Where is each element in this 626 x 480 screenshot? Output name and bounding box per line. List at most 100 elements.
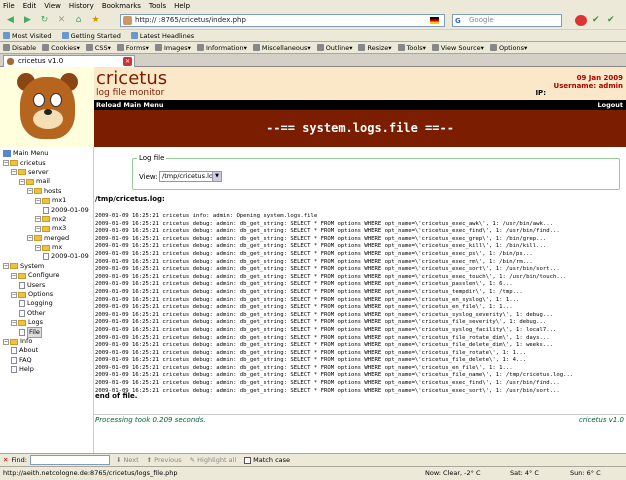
check-icon-2[interactable]: ✔	[607, 15, 617, 25]
expand-toggle-icon[interactable]: −	[3, 160, 9, 167]
view-label: View:	[139, 173, 158, 181]
tree-item-server[interactable]: − server	[3, 168, 93, 177]
tree-item-mx[interactable]: − mx	[3, 243, 93, 252]
bookmark-latest-headlines[interactable]: Latest Headlines	[130, 32, 194, 40]
log-line: 2009-01-09 16:25:21 cricetus debug: admi…	[95, 372, 574, 379]
log-view: Log file View: /tmp/cricetus.log ▼ /tmp/…	[94, 147, 626, 453]
tree-item-mail[interactable]: − mail	[3, 177, 93, 186]
tree-item-file[interactable]: File	[3, 326, 93, 338]
tree-item-help[interactable]: Help	[3, 365, 93, 374]
log-line: 2009-01-09 16:25:21 cricetus debug: admi…	[95, 364, 513, 371]
home-icon[interactable]: ⌂	[71, 13, 86, 28]
check-icon[interactable]: ✔	[592, 15, 602, 25]
tree-item-system[interactable]: − System	[3, 262, 93, 271]
devtool-icon	[431, 44, 439, 51]
expand-toggle-icon[interactable]: −	[35, 244, 41, 251]
log-file-select[interactable]: /tmp/cricetus.log ▼	[159, 171, 222, 182]
reload-main-menu-link[interactable]: Reload Main Menu	[96, 101, 164, 109]
devtool-disable[interactable]: Disable	[3, 44, 36, 52]
devtool-resize[interactable]: Resize▾	[358, 44, 392, 52]
tree-item-other[interactable]: Other	[3, 309, 93, 318]
stop-icon[interactable]: ✕	[54, 13, 69, 28]
expand-toggle-icon[interactable]: −	[3, 338, 9, 345]
tree-item-info[interactable]: − Info	[3, 337, 93, 346]
search-input[interactable]: G Google	[452, 14, 562, 27]
expand-toggle-icon[interactable]: −	[27, 188, 33, 195]
tree-label: mx2	[52, 214, 67, 223]
tree-item-configure[interactable]: − Configure	[3, 271, 93, 280]
tree-item-faq[interactable]: FAQ	[3, 356, 93, 365]
expand-toggle-icon[interactable]: −	[11, 272, 17, 279]
log-line: 2009-01-09 16:25:21 cricetus debug: admi…	[95, 296, 520, 303]
tree-item-options[interactable]: − Options	[3, 290, 93, 299]
log-file-fieldset: Log file View: /tmp/cricetus.log ▼	[132, 154, 620, 190]
expand-toggle-icon[interactable]: −	[19, 178, 25, 185]
bookmark-getting-started[interactable]: Getting Started	[61, 32, 121, 40]
menu-edit[interactable]: Edit	[23, 2, 37, 10]
devtool-outline[interactable]: Outline▾	[316, 44, 352, 52]
tree-item-hosts[interactable]: − hosts	[3, 187, 93, 196]
devtool-css[interactable]: CSS▾	[85, 44, 111, 52]
devtool-tools[interactable]: Tools▾	[397, 44, 426, 52]
expand-toggle-icon[interactable]: −	[35, 197, 41, 204]
menu-history[interactable]: History	[69, 2, 94, 10]
tab-cricetus[interactable]: cricetus v1.0 ✕	[3, 55, 135, 67]
forward-icon[interactable]: ▶	[20, 13, 35, 28]
expand-toggle-icon[interactable]: −	[35, 225, 41, 232]
menu-view[interactable]: View	[44, 2, 61, 10]
devtool-forms[interactable]: Forms▾	[116, 44, 149, 52]
menu-bookmarks[interactable]: Bookmarks	[102, 2, 141, 10]
devtool-images[interactable]: Images▾	[154, 44, 191, 52]
reload-icon[interactable]: ↻	[37, 13, 52, 28]
adblock-icon[interactable]	[575, 15, 587, 26]
expand-toggle-icon[interactable]: −	[3, 263, 9, 270]
tree-item-mx2[interactable]: − mx2	[3, 215, 93, 224]
tree-item-logs[interactable]: − Logs	[3, 318, 93, 327]
tree-item-2009-01-09[interactable]: 2009-01-09	[3, 205, 93, 214]
devtool-view-source[interactable]: View Source▾	[431, 44, 484, 52]
devtool-icon	[154, 44, 162, 51]
tree-item-mx3[interactable]: − mx3	[3, 224, 93, 233]
logout-link[interactable]: Logout	[598, 100, 623, 110]
match-case-checkbox[interactable]	[244, 456, 252, 464]
folder-icon	[34, 188, 42, 195]
expand-toggle-icon[interactable]: −	[35, 216, 41, 223]
tree-item-users[interactable]: Users	[3, 280, 93, 289]
bookmark-star-icon[interactable]: ★	[88, 13, 103, 28]
app-version: cricetus v1.0	[578, 416, 624, 424]
find-next-button[interactable]: ⬇ Next	[116, 456, 139, 464]
highlight-all-button[interactable]: ✎ Highlight all	[190, 456, 237, 464]
tree-item-mx1[interactable]: − mx1	[3, 196, 93, 205]
menu-tools[interactable]: Tools	[149, 2, 166, 10]
log-line: 2009-01-09 16:25:21 cricetus debug: admi…	[95, 387, 560, 394]
tree-item-2009-01-09[interactable]: 2009-01-09	[3, 252, 93, 261]
folder-icon	[18, 291, 26, 298]
tree-item-main-menu[interactable]: Main Menu	[3, 149, 93, 158]
close-tab-icon[interactable]: ✕	[123, 57, 132, 66]
tree-item-about[interactable]: About	[3, 346, 93, 355]
url-input[interactable]: http:// :8765/cricetus/index.php	[120, 14, 445, 27]
tree-item-logging[interactable]: Logging	[3, 299, 93, 308]
devtool-options[interactable]: Options▾	[489, 44, 527, 52]
find-label: Find:	[11, 456, 27, 464]
expand-toggle-icon[interactable]: −	[11, 291, 17, 298]
close-find-icon[interactable]: ✕	[3, 456, 8, 464]
devtool-cookies[interactable]: Cookies▾	[42, 44, 80, 52]
tree-label: System	[20, 261, 45, 270]
devtool-miscellaneous[interactable]: Miscellaneous▾	[252, 44, 311, 52]
tree-item-cricetus[interactable]: − cricetus	[3, 158, 93, 167]
expand-toggle-icon[interactable]: −	[11, 319, 17, 326]
devtool-information[interactable]: Information▾	[196, 44, 247, 52]
expand-toggle-icon[interactable]: −	[27, 235, 33, 242]
menu-help[interactable]: Help	[174, 2, 190, 10]
find-input[interactable]	[29, 455, 110, 465]
menu-file[interactable]: File	[3, 2, 15, 10]
navigation-toolbar: ◀ ▶ ↻ ✕ ⌂ ★ http:// :8765/cricetus/index…	[0, 11, 626, 30]
find-previous-button[interactable]: ⬆ Previous	[147, 456, 182, 464]
expand-toggle-icon[interactable]: −	[11, 169, 17, 176]
tree-item-merged[interactable]: − merged	[3, 234, 93, 243]
bookmark-most-visited[interactable]: Most Visited	[3, 32, 52, 40]
folder-icon	[42, 197, 50, 204]
find-bar: ✕ Find: ⬇ Next ⬆ Previous ✎ Highlight al…	[0, 453, 626, 466]
back-icon[interactable]: ◀	[3, 13, 18, 28]
